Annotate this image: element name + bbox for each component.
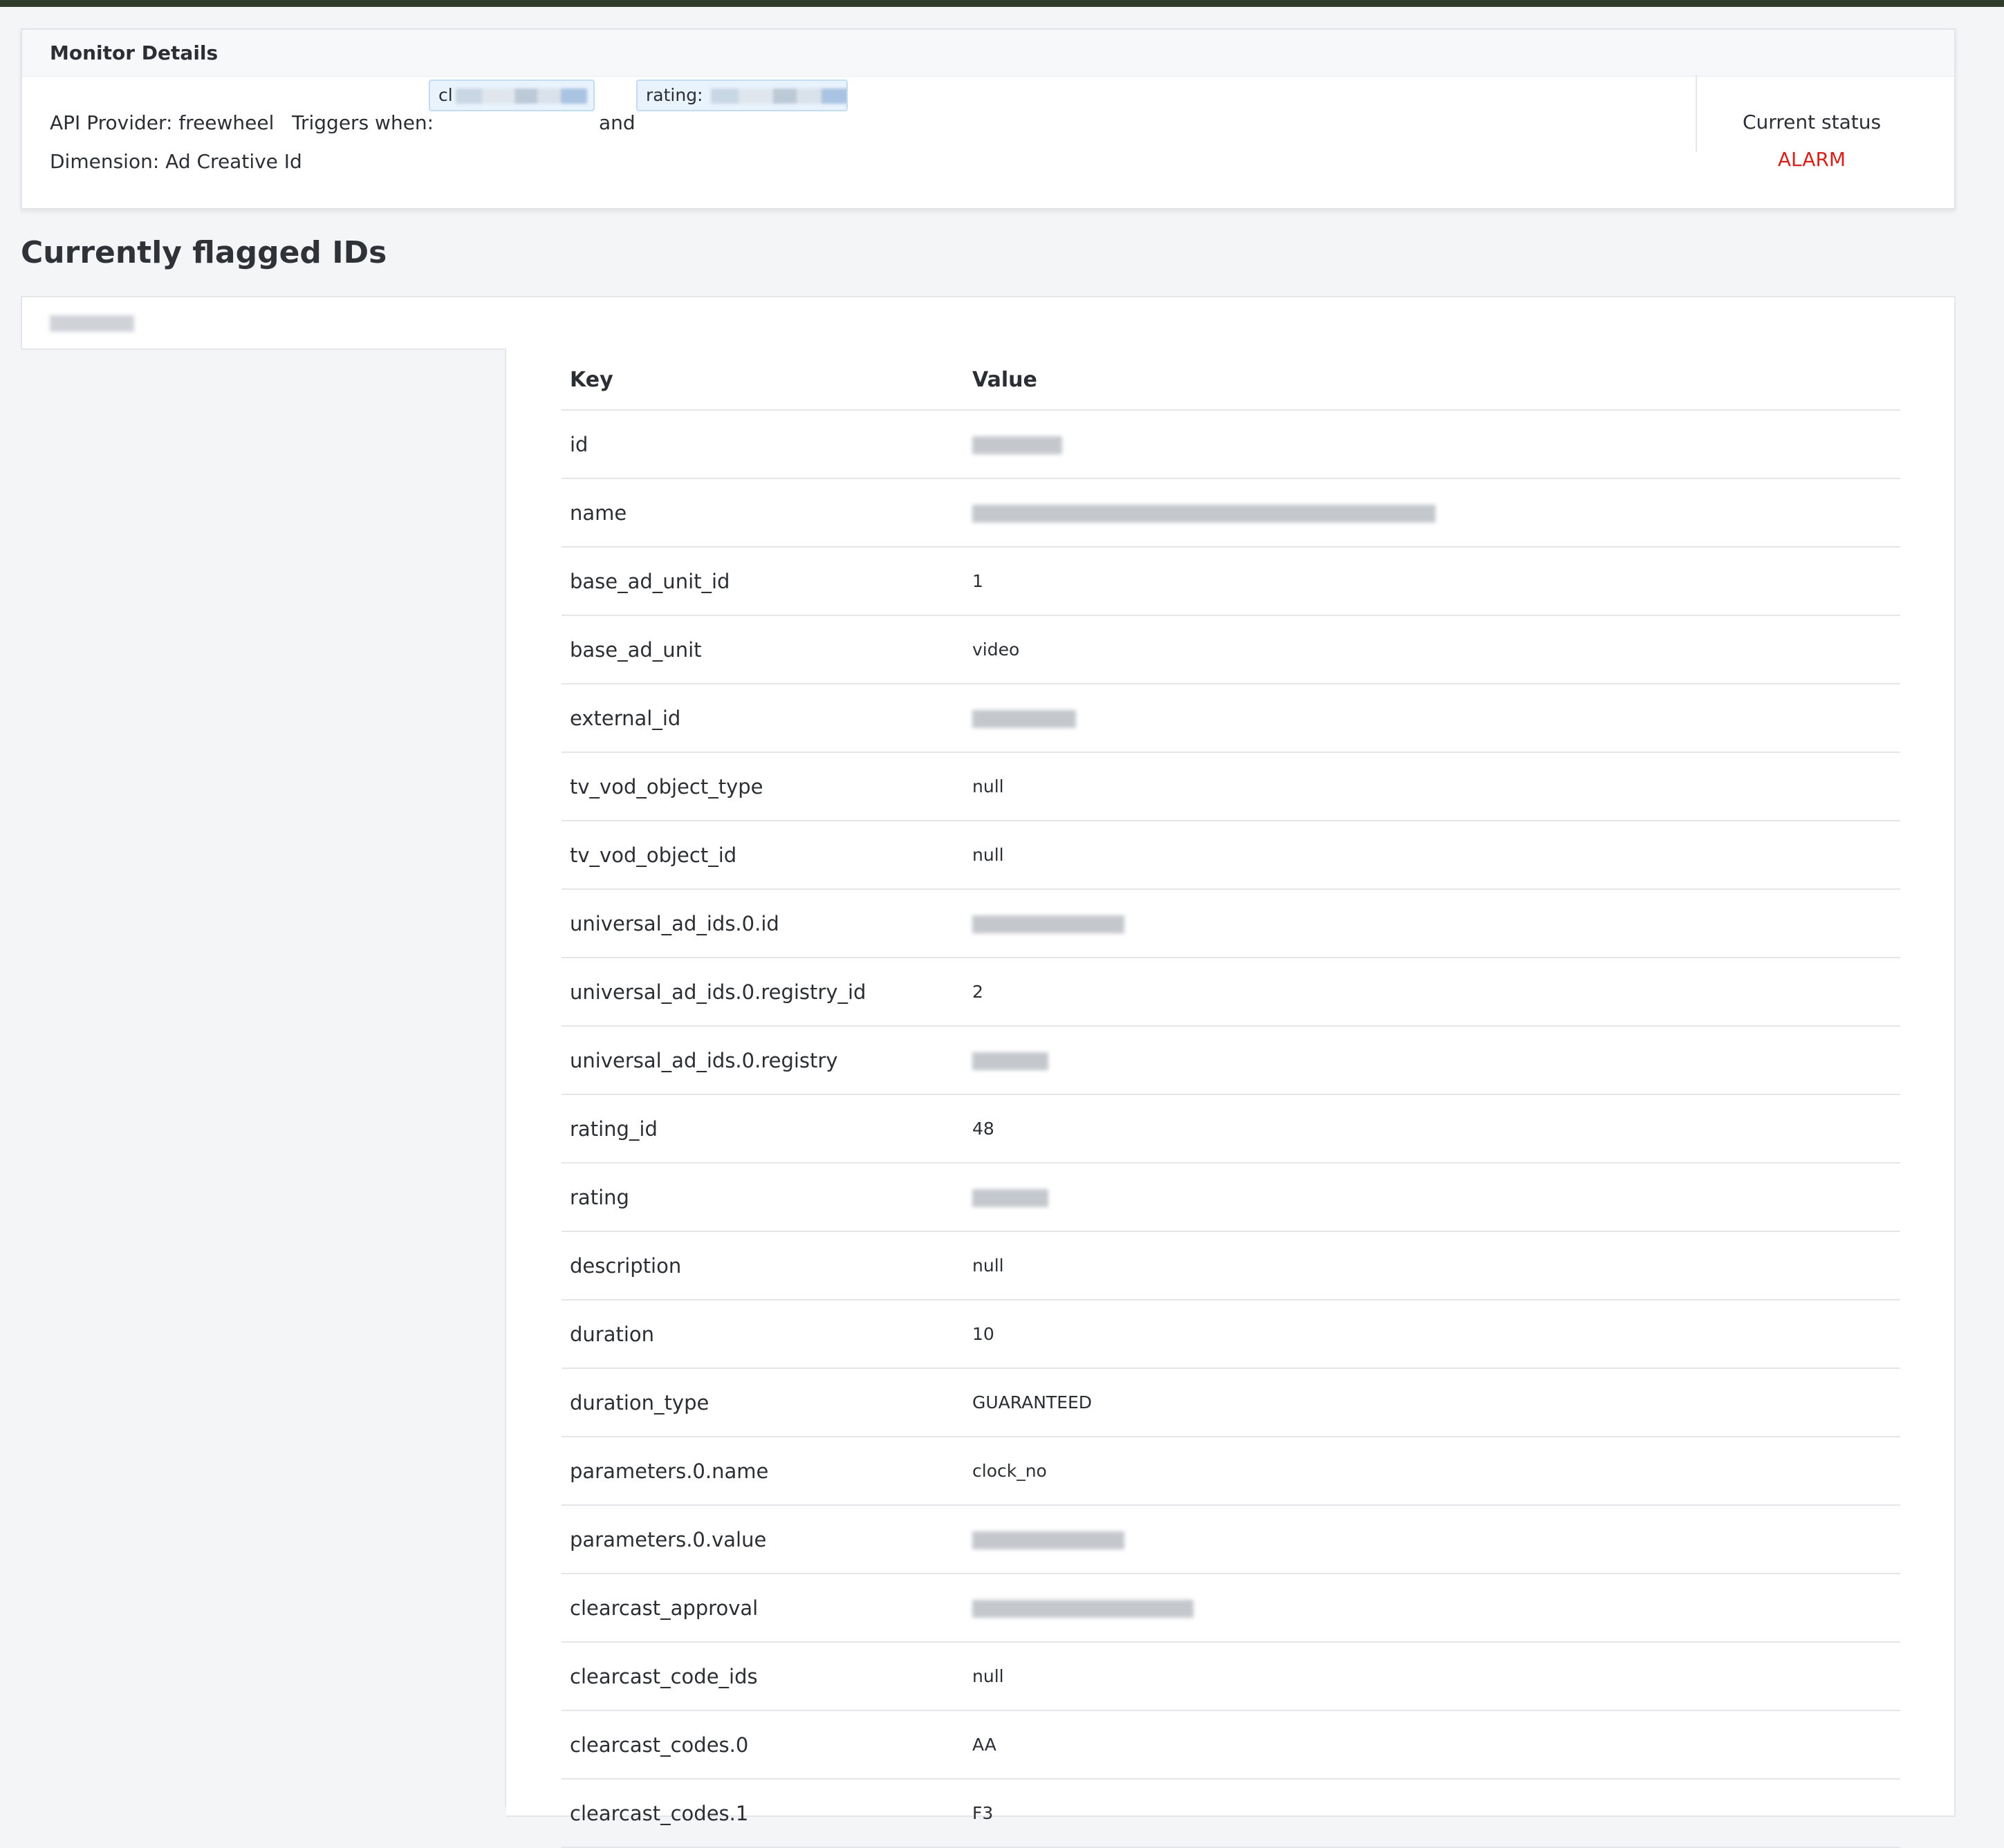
row-value: null — [964, 1642, 1900, 1711]
row-key: parameters.0.value — [562, 1505, 964, 1574]
row-value — [964, 684, 1900, 753]
row-key: name — [562, 478, 964, 548]
row-key: base_ad_unit — [562, 615, 964, 684]
row-value: F3 — [964, 1779, 1900, 1848]
row-key: rating_id — [562, 1094, 964, 1164]
row-value — [964, 1163, 1900, 1232]
redacted-value — [972, 915, 1124, 933]
row-key: parameters.0.name — [562, 1437, 964, 1506]
row-key: clearcast_codes.0 — [562, 1710, 964, 1780]
redacted-value — [972, 436, 1062, 454]
row-value: null — [964, 752, 1900, 821]
flagged-ids-list — [21, 296, 506, 1817]
current-status-value: ALARM — [1777, 148, 1846, 171]
redacted-value — [972, 1052, 1048, 1070]
table-row: parameters.0.name clock_no — [562, 1437, 1900, 1506]
row-key: tv_vod_object_type — [562, 752, 964, 821]
table-row: description null — [562, 1231, 1900, 1300]
redacted-chip-1 — [455, 88, 587, 104]
table-row: tv_vod_object_id null — [562, 821, 1900, 890]
table-row: universal_ad_ids.0.id — [562, 889, 1900, 958]
row-value — [964, 410, 1900, 479]
row-value: AA — [964, 1710, 1900, 1780]
row-key: duration — [562, 1300, 964, 1369]
triggers-label: Triggers when: — [292, 111, 434, 134]
table-row: clearcast_code_ids null — [562, 1642, 1900, 1711]
table-row: parameters.0.value — [562, 1505, 1900, 1574]
row-key: duration_type — [562, 1368, 964, 1437]
row-value — [964, 1505, 1900, 1574]
row-key: clearcast_codes.1 — [562, 1779, 964, 1848]
row-key: clearcast_approval — [562, 1574, 964, 1643]
table-row: universal_ad_ids.0.registry_id 2 — [562, 958, 1900, 1027]
table-row: base_ad_unit video — [562, 615, 1900, 684]
redacted-chip-2 — [711, 88, 846, 104]
api-provider: API Provider: freewheel — [50, 111, 275, 134]
row-value — [964, 1026, 1900, 1095]
trigger-condition-chip-2[interactable]: rating: — [636, 80, 848, 111]
table-row: rating — [562, 1163, 1900, 1232]
chip-1-text: cl — [438, 85, 453, 105]
table-row: id — [562, 410, 1900, 479]
row-value — [964, 889, 1900, 958]
flagged-ids-title: Currently flagged IDs — [21, 235, 387, 270]
row-value: 48 — [964, 1094, 1900, 1164]
current-status-label: Current status — [1742, 111, 1882, 133]
table-row: base_ad_unit_id 1 — [562, 547, 1900, 616]
monitor-details-header: Monitor Details — [22, 30, 1954, 77]
table-row: duration 10 — [562, 1300, 1900, 1369]
table-row: tv_vod_object_type null — [562, 752, 1900, 821]
row-key: universal_ad_ids.0.registry_id — [562, 958, 964, 1027]
row-key: tv_vod_object_id — [562, 821, 964, 890]
trigger-condition-chip-1[interactable]: cl — [429, 80, 595, 111]
table-header-row: Key Value — [562, 350, 1900, 411]
table-row: universal_ad_ids.0.registry — [562, 1026, 1900, 1095]
redacted-value — [972, 1531, 1124, 1549]
row-key: description — [562, 1231, 964, 1300]
flagged-id-item[interactable] — [21, 296, 506, 350]
flagged-id-details-table: Key Value id name base_ad_unit_id 1 base_ad_… — [562, 350, 1900, 1848]
table-row: clearcast_approval — [562, 1574, 1900, 1643]
panel-divider — [505, 349, 506, 1807]
top-accent-bar — [0, 0, 2004, 7]
row-key: universal_ad_ids.0.id — [562, 889, 964, 958]
row-value: 2 — [964, 958, 1900, 1027]
status-divider — [1696, 75, 1697, 152]
row-value: clock_no — [964, 1437, 1900, 1506]
row-key: rating — [562, 1163, 964, 1232]
value-column-header: Value — [964, 350, 1900, 411]
redacted-value — [972, 710, 1076, 728]
table-row: duration_type GUARANTEED — [562, 1368, 1900, 1437]
redacted-value — [972, 1189, 1048, 1207]
row-value: 1 — [964, 547, 1900, 616]
row-key: external_id — [562, 684, 964, 753]
row-key: universal_ad_ids.0.registry — [562, 1026, 964, 1095]
row-value: video — [964, 615, 1900, 684]
row-value: null — [964, 1231, 1900, 1300]
redacted-value — [972, 1600, 1194, 1618]
dimension: Dimension: Ad Creative Id — [50, 150, 302, 173]
row-value — [964, 1574, 1900, 1643]
row-value — [964, 478, 1900, 548]
chip-2-text: rating: — [646, 85, 709, 105]
table-row: external_id — [562, 684, 1900, 753]
table-row: rating_id 48 — [562, 1094, 1900, 1164]
condition-connector: and — [599, 111, 635, 134]
row-value: null — [964, 821, 1900, 890]
row-key: base_ad_unit_id — [562, 547, 964, 616]
key-column-header: Key — [562, 350, 964, 411]
row-value: 10 — [964, 1300, 1900, 1369]
row-value: GUARANTEED — [964, 1368, 1900, 1437]
redacted-flagged-id — [50, 315, 134, 332]
redacted-value — [972, 505, 1436, 523]
row-key: clearcast_code_ids — [562, 1642, 964, 1711]
row-key: id — [562, 410, 964, 479]
table-row: clearcast_codes.0 AA — [562, 1710, 1900, 1780]
table-row: clearcast_codes.1 F3 — [562, 1779, 1900, 1848]
table-row: name — [562, 478, 1900, 548]
